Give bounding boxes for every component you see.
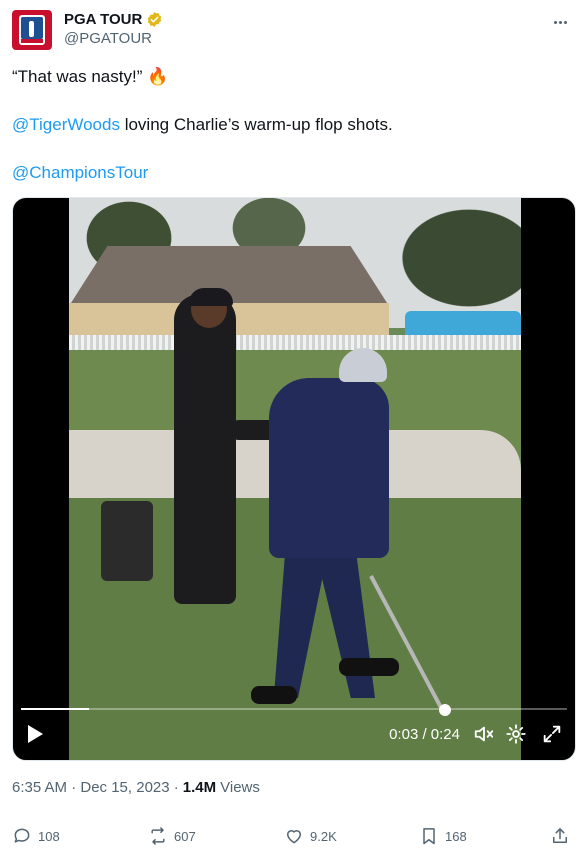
video-time: 0:03 / 0:24 bbox=[389, 726, 460, 743]
play-icon[interactable] bbox=[25, 723, 45, 745]
like-count: 9.2K bbox=[310, 828, 337, 844]
golfer-swinging bbox=[269, 378, 389, 558]
video-controls: 0:03 / 0:24 bbox=[13, 708, 575, 760]
tweet-text: “That was nasty!” 🔥 @TigerWoods loving C… bbox=[12, 66, 572, 210]
author-display-name[interactable]: PGA TOUR bbox=[64, 11, 142, 28]
video-player[interactable]: 0:03 / 0:24 bbox=[12, 197, 576, 761]
tweet-line-2-text: loving Charlie’s warm-up flop shots. bbox=[119, 115, 393, 134]
reply-icon bbox=[14, 828, 30, 843]
golf-bag bbox=[101, 501, 153, 581]
verified-badge-icon[interactable] bbox=[146, 11, 163, 28]
tweet-actions: 108 607 9.2K 168 bbox=[12, 826, 572, 850]
tweet-header: PGA TOUR @PGATOUR bbox=[12, 10, 572, 54]
fullscreen-icon[interactable] bbox=[541, 723, 563, 745]
heart-icon bbox=[287, 830, 301, 844]
more-options-icon[interactable] bbox=[548, 12, 572, 32]
tweet-meta: 6:35 AM · Dec 15, 2023 · 1.4M Views bbox=[12, 779, 260, 796]
repost-button[interactable]: 607 bbox=[148, 826, 196, 846]
repost-count: 607 bbox=[174, 828, 196, 844]
video-frame[interactable] bbox=[69, 198, 521, 760]
mention-link[interactable]: @ChampionsTour bbox=[12, 163, 148, 182]
bookmark-count: 168 bbox=[445, 828, 467, 844]
like-button[interactable]: 9.2K bbox=[284, 826, 337, 846]
repost-icon bbox=[151, 827, 165, 845]
avatar[interactable] bbox=[12, 10, 52, 50]
golfer-standing bbox=[174, 294, 236, 604]
reply-button[interactable]: 108 bbox=[12, 826, 60, 846]
share-icon bbox=[553, 828, 567, 843]
bookmark-button[interactable]: 168 bbox=[419, 826, 467, 846]
tweet-line-3: @ChampionsTour bbox=[12, 162, 572, 184]
reply-count: 108 bbox=[38, 828, 60, 844]
views-label: Views bbox=[220, 779, 260, 796]
tweet-timestamp[interactable]: 6:35 AM · Dec 15, 2023 · bbox=[12, 779, 179, 796]
settings-gear-icon[interactable] bbox=[505, 723, 527, 745]
tweet-line-2: @TigerWoods loving Charlie’s warm-up flo… bbox=[12, 114, 572, 136]
volume-muted-icon[interactable] bbox=[473, 723, 495, 745]
author-names: PGA TOUR @PGATOUR bbox=[64, 11, 163, 47]
author-handle[interactable]: @PGATOUR bbox=[64, 30, 163, 47]
bookmark-icon bbox=[423, 828, 435, 845]
tweet-line-1: “That was nasty!” 🔥 bbox=[12, 67, 169, 86]
share-button[interactable] bbox=[550, 826, 570, 846]
views-count: 1.4M bbox=[182, 779, 217, 796]
mention-link[interactable]: @TigerWoods bbox=[12, 115, 120, 134]
